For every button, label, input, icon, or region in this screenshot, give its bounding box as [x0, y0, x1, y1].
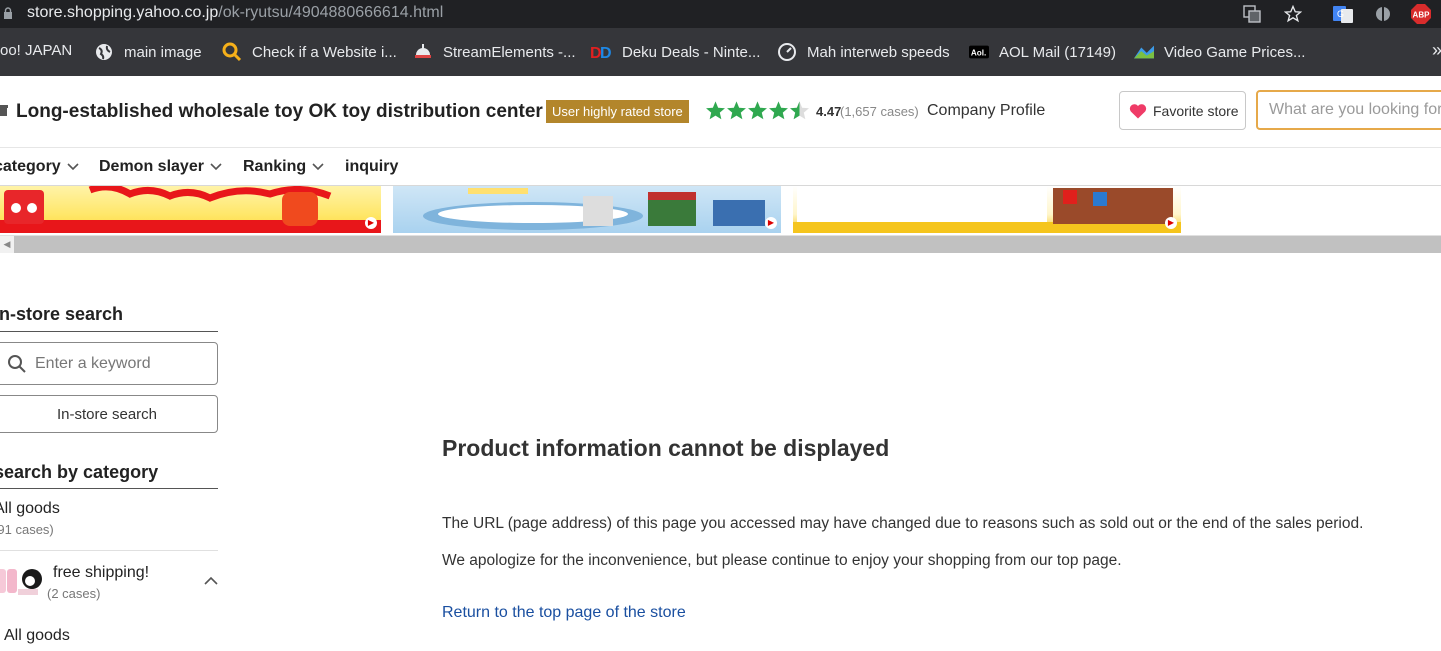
chevron-up-icon[interactable] — [204, 576, 218, 585]
bookmark-label: oo! JAPAN — [0, 42, 73, 59]
nav-category[interactable]: category — [0, 158, 79, 176]
star-half-icon — [790, 101, 809, 120]
pricecharting-icon — [1134, 42, 1154, 62]
star-full-icon — [769, 101, 788, 120]
category-thumbnail — [0, 569, 42, 595]
bookmark-label: Deku Deals - Ninte... — [622, 43, 761, 61]
star-full-icon — [727, 101, 746, 120]
chevron-down-icon — [67, 163, 79, 171]
bookmark-main-image[interactable]: main image — [94, 42, 202, 62]
aol-icon: Aol. — [969, 42, 989, 62]
chevron-down-icon — [210, 163, 222, 171]
extension-icon[interactable] — [1372, 3, 1394, 25]
banner-arrow-icon: ▶ — [365, 217, 377, 229]
bookmark-label: StreamElements -... — [443, 43, 576, 61]
lock-icon — [4, 7, 12, 19]
svg-text:D: D — [600, 45, 612, 61]
rating-value: 4.47 — [816, 104, 842, 119]
adblock-plus-icon[interactable]: ABP — [1410, 3, 1432, 25]
company-profile-link[interactable]: Company Profile — [927, 102, 1045, 120]
bookmark-star-icon[interactable] — [1282, 3, 1304, 25]
bookmark-label: Mah interweb speeds — [807, 43, 950, 61]
banner-image-2[interactable]: ▶ — [393, 186, 781, 233]
rating-count-link[interactable]: (1,657 cases) — [840, 104, 919, 119]
bookmark-video-game-prices[interactable]: Video Game Prices... — [1134, 42, 1305, 62]
bookmark-interweb-speeds[interactable]: Mah interweb speeds — [777, 42, 950, 62]
translate-icon[interactable] — [1241, 3, 1263, 25]
store-nav: category Demon slayer Ranking inquiry — [0, 148, 1441, 186]
svg-text:ABP: ABP — [1413, 11, 1431, 20]
bookmark-label: main image — [124, 43, 202, 61]
store-header: Long-established wholesale toy OK toy di… — [0, 76, 1441, 148]
subcategory-all-goods[interactable]: All goods — [4, 627, 70, 645]
keyword-input[interactable] — [35, 354, 205, 373]
svg-text:Aol.: Aol. — [971, 49, 986, 58]
bookmark-label: AOL Mail (17149) — [999, 43, 1116, 61]
category-all-goods[interactable]: All goods — [0, 500, 60, 518]
search-icon — [8, 354, 26, 373]
error-title: Product information cannot be displayed — [442, 435, 890, 461]
url-text[interactable]: store.shopping.yahoo.co.jp/ok-ryutsu/490… — [27, 4, 443, 22]
heart-icon — [1129, 103, 1147, 118]
store-icon — [0, 105, 8, 116]
in-store-search-title: In-store search — [0, 304, 124, 324]
scroll-left-icon[interactable]: ◀ — [0, 236, 14, 253]
banner-image-1[interactable]: ▶ — [0, 186, 381, 233]
store-name[interactable]: Long-established wholesale toy OK toy di… — [16, 101, 543, 123]
search-icon — [222, 42, 242, 62]
keyword-search-box[interactable] — [0, 342, 218, 385]
nav-label: category — [0, 158, 61, 175]
nav-label: Demon slayer — [99, 158, 204, 175]
category-free-shipping[interactable]: free shipping! — [53, 564, 149, 582]
star-full-icon — [748, 101, 767, 120]
svg-text:G: G — [1337, 9, 1344, 19]
category-count: (2 cases) — [47, 586, 101, 601]
nav-label: inquiry — [345, 158, 399, 175]
url-path: /ok-ryutsu/4904880666614.html — [218, 4, 444, 21]
nav-label: Ranking — [243, 158, 307, 175]
globe-icon — [94, 42, 114, 62]
chevron-down-icon — [312, 163, 324, 171]
in-store-search-button[interactable]: In-store search — [0, 395, 218, 433]
divider — [0, 488, 218, 489]
horizontal-scrollbar[interactable]: ◀ — [0, 235, 1441, 253]
search-by-category-title: search by category — [0, 462, 159, 482]
bookmark-check-website[interactable]: Check if a Website i... — [222, 42, 397, 62]
dekudeals-icon: DD — [590, 42, 612, 62]
bookmark-label: Check if a Website i... — [252, 43, 397, 61]
favorite-store-label: Favorite store — [1153, 102, 1239, 119]
return-to-store-top-link[interactable]: Return to the top page of the store — [442, 604, 686, 622]
banner-arrow-icon: ▶ — [765, 217, 777, 229]
banner-arrow-icon: ▶ — [1165, 217, 1177, 229]
bookmark-deku-deals[interactable]: DD Deku Deals - Ninte... — [590, 42, 760, 62]
bookmark-yahoo-japan[interactable]: oo! JAPAN — [0, 42, 72, 59]
bookmarks-bar: oo! JAPAN main image Check if a Website … — [0, 28, 1441, 76]
bookmark-label: Video Game Prices... — [1164, 43, 1306, 61]
error-message-1: The URL (page address) of this page you … — [442, 515, 1364, 532]
streamelements-icon — [413, 42, 433, 62]
url-host: store.shopping.yahoo.co.jp — [27, 4, 219, 21]
category-count: (4,791 cases) — [0, 522, 54, 537]
bookmark-aol-mail[interactable]: Aol. AOL Mail (17149) — [969, 42, 1116, 62]
banner-image-3[interactable]: ▶ — [793, 186, 1181, 233]
nav-inquiry[interactable]: inquiry — [345, 158, 398, 176]
site-search-input[interactable] — [1256, 90, 1441, 130]
google-translate-ext-icon[interactable]: G — [1332, 3, 1354, 25]
star-full-icon — [706, 101, 725, 120]
divider — [0, 550, 218, 551]
speedometer-icon — [777, 42, 797, 62]
nav-ranking[interactable]: Ranking — [243, 158, 324, 176]
highly-rated-badge: User highly rated store — [546, 100, 689, 123]
banner-carousel: ▶ ▶ ▶ — [0, 186, 1441, 233]
browser-address-bar[interactable]: store.shopping.yahoo.co.jp/ok-ryutsu/490… — [0, 0, 1441, 28]
nav-demon-slayer[interactable]: Demon slayer — [99, 158, 222, 176]
error-message-2: We apologize for the inconvenience, but … — [442, 552, 1122, 569]
bookmarks-overflow-button[interactable]: » — [1432, 40, 1441, 61]
rating-stars — [705, 100, 810, 121]
bookmark-streamelements[interactable]: StreamElements -... — [413, 42, 576, 62]
favorite-store-button[interactable]: Favorite store — [1119, 91, 1246, 130]
divider — [0, 331, 218, 332]
